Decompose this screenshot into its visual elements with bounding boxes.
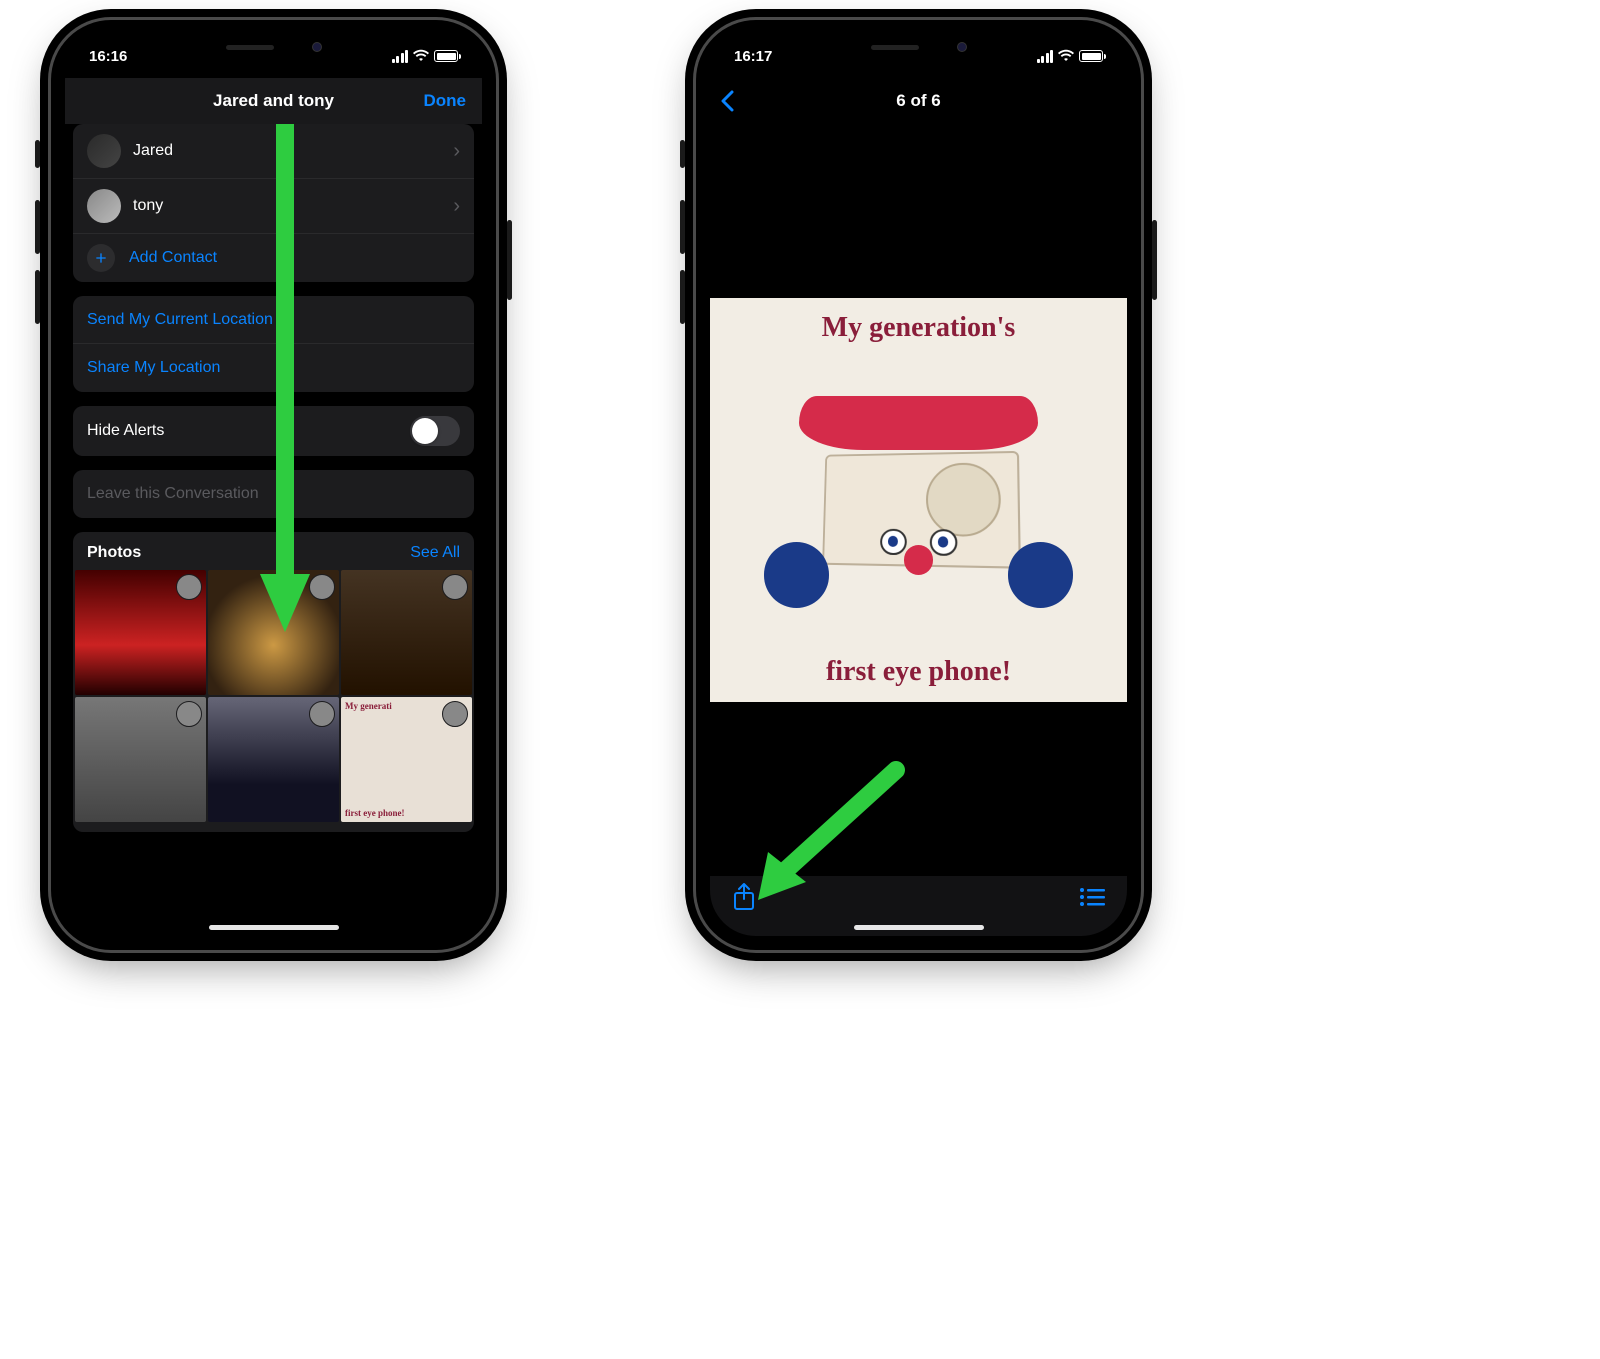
- sender-badge: [442, 701, 468, 727]
- contact-row-tony[interactable]: tony ›: [73, 179, 474, 234]
- notch: [824, 34, 1014, 60]
- share-location-label: Share My Location: [87, 359, 460, 377]
- home-indicator[interactable]: [209, 925, 339, 930]
- screen: 16:16 Jared and tony Done Jared ›: [65, 34, 482, 936]
- notch: [179, 34, 369, 60]
- volume-up-button: [680, 200, 685, 254]
- location-card: Send My Current Location Share My Locati…: [73, 296, 474, 392]
- avatar: [87, 189, 121, 223]
- contact-row-jared[interactable]: Jared ›: [73, 124, 474, 179]
- details-content[interactable]: Jared › tony › Add Contact S: [65, 124, 482, 936]
- back-button[interactable]: [720, 90, 734, 112]
- status-indicators: [392, 48, 459, 65]
- send-location-label: Send My Current Location: [87, 311, 460, 329]
- photo-thumbnail[interactable]: [341, 570, 472, 695]
- alerts-card: Hide Alerts: [73, 406, 474, 456]
- share-icon: [732, 883, 756, 911]
- cellular-signal-icon: [392, 50, 409, 63]
- photo-thumbnail[interactable]: My generati first eye phone!: [341, 697, 472, 822]
- wifi-icon: [1058, 48, 1074, 65]
- volume-down-button: [680, 270, 685, 324]
- cellular-signal-icon: [1037, 50, 1054, 63]
- meme-text-top: My generation's: [822, 312, 1016, 344]
- sender-badge: [309, 701, 335, 727]
- sender-badge: [442, 574, 468, 600]
- leave-conversation-label: Leave this Conversation: [87, 485, 460, 503]
- photos-card: Photos See All My generati first eye pho…: [73, 532, 474, 832]
- add-contact-row[interactable]: Add Contact: [73, 234, 474, 282]
- battery-icon: [1079, 50, 1103, 62]
- hide-alerts-row: Hide Alerts: [73, 406, 474, 456]
- chevron-right-icon: ›: [453, 195, 460, 218]
- nav-bar: Jared and tony Done: [65, 78, 482, 124]
- power-button: [1152, 220, 1157, 300]
- speaker-grille: [226, 45, 274, 50]
- photo-thumbnail[interactable]: [208, 697, 339, 822]
- toy-phone-illustration: [770, 396, 1068, 603]
- leave-conversation-row[interactable]: Leave this Conversation: [73, 470, 474, 518]
- photo-thumbnail[interactable]: [75, 570, 206, 695]
- list-icon: [1079, 887, 1105, 907]
- photo-counter: 6 of 6: [896, 91, 940, 111]
- silence-switch: [35, 140, 40, 168]
- sender-badge: [176, 701, 202, 727]
- meme-image: My generation's first eye phone!: [710, 298, 1127, 703]
- status-time: 16:17: [734, 48, 772, 65]
- contact-name: Jared: [133, 142, 453, 160]
- sender-badge: [176, 574, 202, 600]
- add-contact-label: Add Contact: [129, 249, 460, 267]
- meme-text-bottom: first eye phone!: [826, 656, 1011, 688]
- status-time: 16:16: [89, 48, 127, 65]
- contacts-card: Jared › tony › Add Contact: [73, 124, 474, 282]
- photo-viewer[interactable]: My generation's first eye phone!: [710, 124, 1127, 876]
- front-camera: [312, 42, 322, 52]
- home-indicator[interactable]: [854, 925, 984, 930]
- front-camera: [957, 42, 967, 52]
- hide-alerts-toggle[interactable]: [410, 416, 460, 446]
- avatar: [87, 134, 121, 168]
- battery-icon: [434, 50, 458, 62]
- meme-thumb-bottom: first eye phone!: [345, 808, 468, 818]
- power-button: [507, 220, 512, 300]
- status-indicators: [1037, 48, 1104, 65]
- screen: 16:17 6 of 6 My generation's: [710, 34, 1127, 936]
- photos-grid: My generati first eye phone!: [73, 570, 474, 828]
- phone-mockup-left: 16:16 Jared and tony Done Jared ›: [51, 20, 496, 950]
- send-location-row[interactable]: Send My Current Location: [73, 296, 474, 344]
- plus-icon: [87, 244, 115, 272]
- chevron-left-icon: [720, 90, 734, 112]
- see-all-button[interactable]: See All: [410, 544, 460, 562]
- photo-thumbnail[interactable]: [75, 697, 206, 822]
- list-button[interactable]: [1079, 887, 1105, 912]
- silence-switch: [680, 140, 685, 168]
- conversation-title: Jared and tony: [213, 91, 334, 111]
- contact-name: tony: [133, 197, 453, 215]
- leave-card: Leave this Conversation: [73, 470, 474, 518]
- nav-bar: 6 of 6: [710, 78, 1127, 124]
- share-location-row[interactable]: Share My Location: [73, 344, 474, 392]
- hide-alerts-label: Hide Alerts: [87, 422, 410, 440]
- volume-down-button: [35, 270, 40, 324]
- chevron-right-icon: ›: [453, 140, 460, 163]
- done-button[interactable]: Done: [424, 91, 467, 111]
- phone-mockup-right: 16:17 6 of 6 My generation's: [696, 20, 1141, 950]
- photos-heading: Photos: [87, 544, 141, 562]
- wifi-icon: [413, 48, 429, 65]
- sender-badge: [309, 574, 335, 600]
- volume-up-button: [35, 200, 40, 254]
- photo-thumbnail[interactable]: [208, 570, 339, 695]
- speaker-grille: [871, 45, 919, 50]
- share-button[interactable]: [732, 883, 756, 916]
